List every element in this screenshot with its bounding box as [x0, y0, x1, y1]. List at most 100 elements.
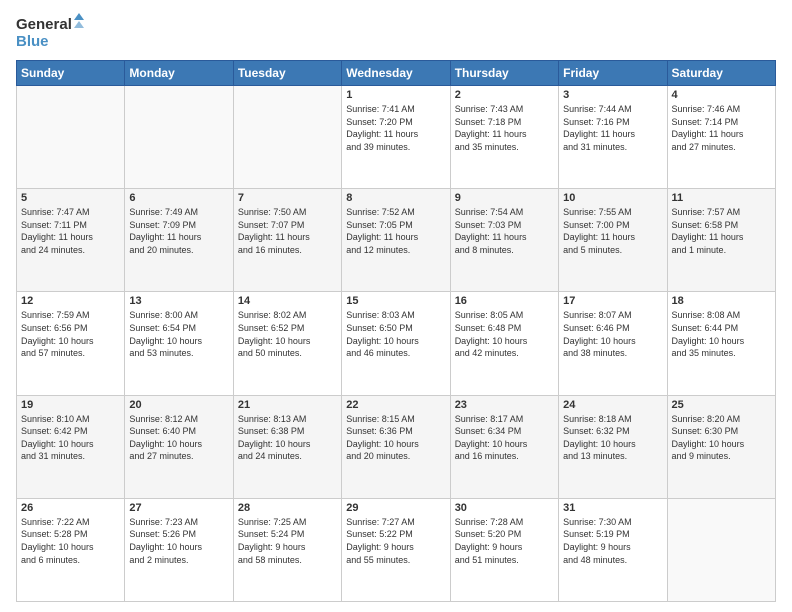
day-info: Sunrise: 7:23 AM Sunset: 5:26 PM Dayligh… [129, 516, 228, 566]
calendar-cell: 4 Sunrise: 7:46 AM Sunset: 7:14 PM Daylig… [667, 86, 775, 189]
day-info: Sunrise: 8:10 AM Sunset: 6:42 PM Dayligh… [21, 413, 120, 463]
calendar-cell [125, 86, 233, 189]
calendar-cell [17, 86, 125, 189]
day-number: 15 [346, 295, 445, 307]
calendar-cell [233, 86, 341, 189]
calendar-cell: 19Sunrise: 8:10 AM Sunset: 6:42 PM Dayli… [17, 395, 125, 498]
calendar-header: SundayMondayTuesdayWednesdayThursdayFrid… [17, 61, 776, 86]
day-number: 22 [346, 399, 445, 411]
calendar-cell: 14 Sunrise: 8:02 AM Sunset: 6:52 PM Dayli… [233, 292, 341, 395]
day-info: Sunrise: 8:15 AM Sunset: 6:36 PM Dayligh… [346, 413, 445, 463]
day-number: 7 [238, 192, 337, 204]
day-number: 21 [238, 399, 337, 411]
day-info: Sunrise: 7:55 AM Sunset: 7:00 PM Dayligh… [563, 206, 662, 256]
day-info: Sunrise: 8:03 AM Sunset: 6:50 PM Dayligh… [346, 309, 445, 359]
calendar-cell: 29 Sunrise: 7:27 AM Sunset: 5:22 PM Dayli… [342, 498, 450, 601]
day-info: Sunrise: 8:13 AM Sunset: 6:38 PM Dayligh… [238, 413, 337, 463]
weekday-header-thursday: Thursday [450, 61, 558, 86]
day-info: Sunrise: 8:12 AM Sunset: 6:40 PM Dayligh… [129, 413, 228, 463]
calendar-cell: 22 Sunrise: 8:15 AM Sunset: 6:36 PM Dayli… [342, 395, 450, 498]
calendar-cell: 24 Sunrise: 8:18 AM Sunset: 6:32 PM Dayli… [559, 395, 667, 498]
day-number: 1 [346, 89, 445, 101]
day-info: Sunrise: 7:46 AM Sunset: 7:14 PM Dayligh… [672, 103, 771, 153]
day-info: Sunrise: 8:05 AM Sunset: 6:48 PM Dayligh… [455, 309, 554, 359]
day-number: 13 [129, 295, 228, 307]
weekday-header-sunday: Sunday [17, 61, 125, 86]
calendar-week-row: 12 Sunrise: 7:59 AM Sunset: 6:56 PM Dayli… [17, 292, 776, 395]
day-number: 3 [563, 89, 662, 101]
calendar-body: 1 Sunrise: 7:41 AM Sunset: 7:20 PM Daylig… [17, 86, 776, 602]
day-info: Sunrise: 7:27 AM Sunset: 5:22 PM Dayligh… [346, 516, 445, 566]
day-number: 18 [672, 295, 771, 307]
calendar-week-row: 26Sunrise: 7:22 AM Sunset: 5:28 PM Dayli… [17, 498, 776, 601]
day-number: 30 [455, 502, 554, 514]
calendar-cell: 13 Sunrise: 8:00 AM Sunset: 6:54 PM Dayli… [125, 292, 233, 395]
calendar-week-row: 1 Sunrise: 7:41 AM Sunset: 7:20 PM Daylig… [17, 86, 776, 189]
weekday-header-row: SundayMondayTuesdayWednesdayThursdayFrid… [17, 61, 776, 86]
day-number: 10 [563, 192, 662, 204]
calendar-cell: 25Sunrise: 8:20 AM Sunset: 6:30 PM Dayli… [667, 395, 775, 498]
day-info: Sunrise: 7:47 AM Sunset: 7:11 PM Dayligh… [21, 206, 120, 256]
day-number: 5 [21, 192, 120, 204]
calendar-cell: 23Sunrise: 8:17 AM Sunset: 6:34 PM Dayli… [450, 395, 558, 498]
calendar-cell: 7Sunrise: 7:50 AM Sunset: 7:07 PM Daylig… [233, 189, 341, 292]
day-info: Sunrise: 7:28 AM Sunset: 5:20 PM Dayligh… [455, 516, 554, 566]
day-number: 23 [455, 399, 554, 411]
header: General Blue [16, 12, 776, 52]
day-info: Sunrise: 8:18 AM Sunset: 6:32 PM Dayligh… [563, 413, 662, 463]
weekday-header-wednesday: Wednesday [342, 61, 450, 86]
calendar-week-row: 19Sunrise: 8:10 AM Sunset: 6:42 PM Dayli… [17, 395, 776, 498]
weekday-header-monday: Monday [125, 61, 233, 86]
day-info: Sunrise: 8:07 AM Sunset: 6:46 PM Dayligh… [563, 309, 662, 359]
day-info: Sunrise: 8:02 AM Sunset: 6:52 PM Dayligh… [238, 309, 337, 359]
day-number: 31 [563, 502, 662, 514]
day-number: 16 [455, 295, 554, 307]
calendar-cell: 26Sunrise: 7:22 AM Sunset: 5:28 PM Dayli… [17, 498, 125, 601]
day-info: Sunrise: 7:22 AM Sunset: 5:28 PM Dayligh… [21, 516, 120, 566]
calendar-cell: 1 Sunrise: 7:41 AM Sunset: 7:20 PM Daylig… [342, 86, 450, 189]
day-info: Sunrise: 8:20 AM Sunset: 6:30 PM Dayligh… [672, 413, 771, 463]
day-info: Sunrise: 7:30 AM Sunset: 5:19 PM Dayligh… [563, 516, 662, 566]
day-number: 14 [238, 295, 337, 307]
day-number: 9 [455, 192, 554, 204]
calendar-cell: 31 Sunrise: 7:30 AM Sunset: 5:19 PM Dayli… [559, 498, 667, 601]
calendar-cell [667, 498, 775, 601]
day-info: Sunrise: 8:08 AM Sunset: 6:44 PM Dayligh… [672, 309, 771, 359]
calendar-cell: 2 Sunrise: 7:43 AM Sunset: 7:18 PM Daylig… [450, 86, 558, 189]
calendar-cell: 9 Sunrise: 7:54 AM Sunset: 7:03 PM Daylig… [450, 189, 558, 292]
day-info: Sunrise: 7:41 AM Sunset: 7:20 PM Dayligh… [346, 103, 445, 153]
calendar-cell: 20 Sunrise: 8:12 AM Sunset: 6:40 PM Dayli… [125, 395, 233, 498]
calendar-cell: 8Sunrise: 7:52 AM Sunset: 7:05 PM Daylig… [342, 189, 450, 292]
svg-text:General: General [16, 16, 72, 33]
day-number: 6 [129, 192, 228, 204]
day-number: 24 [563, 399, 662, 411]
day-info: Sunrise: 7:43 AM Sunset: 7:18 PM Dayligh… [455, 103, 554, 153]
calendar-cell: 5 Sunrise: 7:47 AM Sunset: 7:11 PM Daylig… [17, 189, 125, 292]
calendar-cell: 18 Sunrise: 8:08 AM Sunset: 6:44 PM Dayli… [667, 292, 775, 395]
day-number: 2 [455, 89, 554, 101]
day-number: 4 [672, 89, 771, 101]
logo-svg: General Blue [16, 12, 86, 52]
day-number: 29 [346, 502, 445, 514]
day-number: 12 [21, 295, 120, 307]
page: General Blue SundayMondayTuesdayWednesda… [0, 0, 792, 612]
day-info: Sunrise: 7:59 AM Sunset: 6:56 PM Dayligh… [21, 309, 120, 359]
calendar-table: SundayMondayTuesdayWednesdayThursdayFrid… [16, 60, 776, 602]
calendar-cell: 10 Sunrise: 7:55 AM Sunset: 7:00 PM Dayli… [559, 189, 667, 292]
calendar-cell: 21 Sunrise: 8:13 AM Sunset: 6:38 PM Dayli… [233, 395, 341, 498]
day-info: Sunrise: 7:52 AM Sunset: 7:05 PM Dayligh… [346, 206, 445, 256]
day-info: Sunrise: 7:44 AM Sunset: 7:16 PM Dayligh… [563, 103, 662, 153]
calendar-cell: 16 Sunrise: 8:05 AM Sunset: 6:48 PM Dayli… [450, 292, 558, 395]
day-number: 27 [129, 502, 228, 514]
day-number: 20 [129, 399, 228, 411]
day-number: 28 [238, 502, 337, 514]
weekday-header-friday: Friday [559, 61, 667, 86]
weekday-header-saturday: Saturday [667, 61, 775, 86]
svg-text:Blue: Blue [16, 33, 49, 50]
day-info: Sunrise: 7:54 AM Sunset: 7:03 PM Dayligh… [455, 206, 554, 256]
day-info: Sunrise: 8:00 AM Sunset: 6:54 PM Dayligh… [129, 309, 228, 359]
day-info: Sunrise: 7:25 AM Sunset: 5:24 PM Dayligh… [238, 516, 337, 566]
calendar-week-row: 5 Sunrise: 7:47 AM Sunset: 7:11 PM Daylig… [17, 189, 776, 292]
calendar-cell: 30 Sunrise: 7:28 AM Sunset: 5:20 PM Dayli… [450, 498, 558, 601]
logo: General Blue [16, 12, 86, 52]
